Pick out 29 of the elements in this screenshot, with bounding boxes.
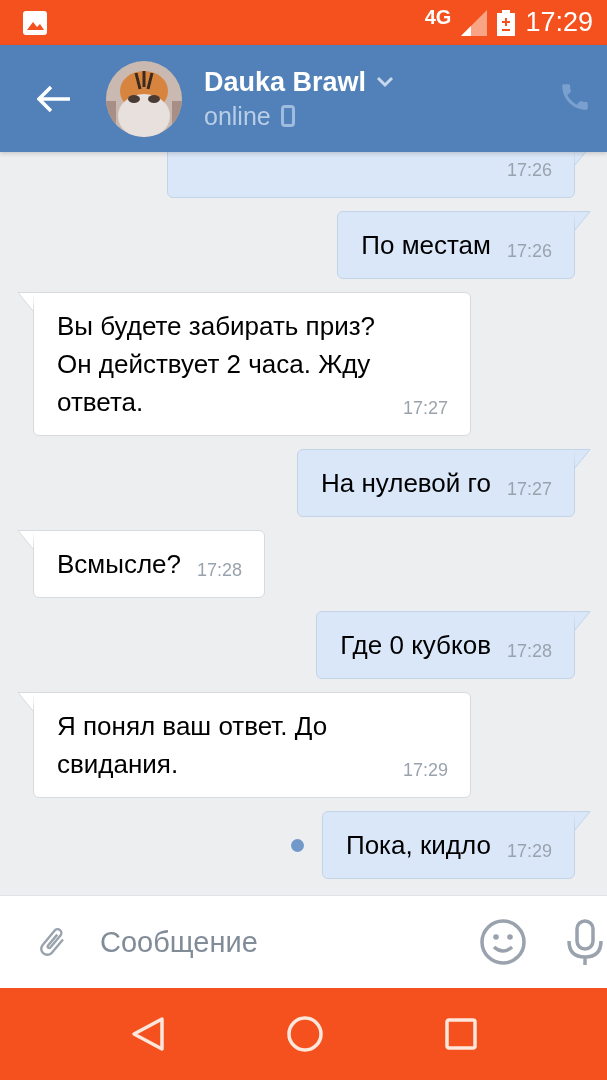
message-text: Пока, кидло [345,829,491,862]
message-time: 17:29 [506,842,552,860]
message-time: 17:26 [506,242,552,260]
status-time: 17:29 [525,7,593,38]
network-type: 4G [424,6,452,29]
microphone-button[interactable] [565,919,605,965]
message-time: 17:27 [403,399,449,417]
message-time: 17:26 [506,161,552,179]
message-time: 17:28 [197,561,243,579]
signal-icon [461,9,488,36]
contact-name[interactable]: Dauka Brawl [204,66,367,98]
message-text: На нулевой го [320,467,491,500]
online-status: online [204,101,271,131]
phone-device-icon [280,105,295,127]
emoji-button[interactable] [479,918,527,966]
message-text: Всмысле? [57,548,181,581]
chevron-down-icon[interactable] [376,76,395,88]
message-time: 17:28 [506,642,552,660]
message-time: 17:29 [403,761,449,779]
message-time: 17:27 [506,480,552,498]
gallery-icon [22,9,48,36]
message-text: По местам [361,229,491,262]
message-text: Вы будете забирать приз? Он действует 2 часа. Жду ответа. [57,310,377,419]
message-text: Я понял ваш ответ. До свидания. [57,710,329,781]
back-nav-button[interactable] [130,1016,165,1052]
battery-icon [497,9,516,36]
home-nav-button[interactable] [285,1015,324,1053]
recents-nav-button[interactable] [444,1018,477,1050]
message-text: Где 0 кубков [340,629,491,662]
